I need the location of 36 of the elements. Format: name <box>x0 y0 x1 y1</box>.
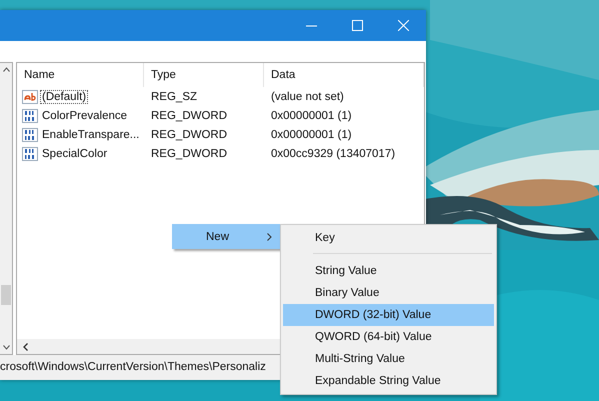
menu-item[interactable]: Binary Value <box>283 282 494 304</box>
value-name[interactable]: SpecialColor <box>40 146 110 160</box>
tree-scrollbar[interactable] <box>0 62 13 355</box>
binary-value-icon <box>22 146 38 160</box>
key-path: crosoft\Windows\CurrentVersion\Themes\Personaliz <box>0 361 266 373</box>
string-value-icon <box>22 90 38 104</box>
column-header[interactable]: Data <box>264 63 424 87</box>
value-type: REG_DWORD <box>150 110 228 122</box>
maximize-icon <box>352 20 362 31</box>
menu-item[interactable]: DWORD (32-bit) Value <box>283 304 494 326</box>
scroll-up-icon[interactable] <box>2 67 10 72</box>
column-header[interactable]: Type <box>144 63 264 87</box>
value-data: 0x00000001 (1) <box>270 128 353 140</box>
value-data: 0x00cc9329 (13407017) <box>270 148 396 160</box>
value-data: 0x00000001 (1) <box>270 110 353 122</box>
column-header[interactable]: Name <box>17 63 144 87</box>
value-name[interactable]: EnableTranspare... <box>40 128 142 142</box>
value-name[interactable]: (Default) <box>40 90 88 104</box>
value-type: REG_DWORD <box>150 148 228 160</box>
close-icon <box>398 20 408 31</box>
scroll-thumb[interactable] <box>1 285 11 305</box>
minimize-icon <box>306 24 316 26</box>
scroll-left-icon[interactable] <box>23 342 28 350</box>
value-name[interactable]: ColorPrevalence <box>40 108 130 122</box>
scroll-down-icon[interactable] <box>2 345 10 350</box>
menu-item[interactable]: Key <box>283 227 494 249</box>
binary-value-icon <box>22 128 38 142</box>
value-type: REG_DWORD <box>150 128 228 140</box>
binary-value-icon <box>22 108 38 122</box>
menu-item[interactable]: QWORD (64-bit) Value <box>283 326 494 348</box>
menu-item[interactable]: New <box>172 224 280 249</box>
menu-item[interactable]: Expandable String Value <box>283 370 494 392</box>
value-data: (value not set) <box>270 90 345 102</box>
menu-item[interactable]: Multi-String Value <box>283 348 494 370</box>
value-type: REG_SZ <box>150 90 198 102</box>
menu-item[interactable]: String Value <box>283 260 494 282</box>
